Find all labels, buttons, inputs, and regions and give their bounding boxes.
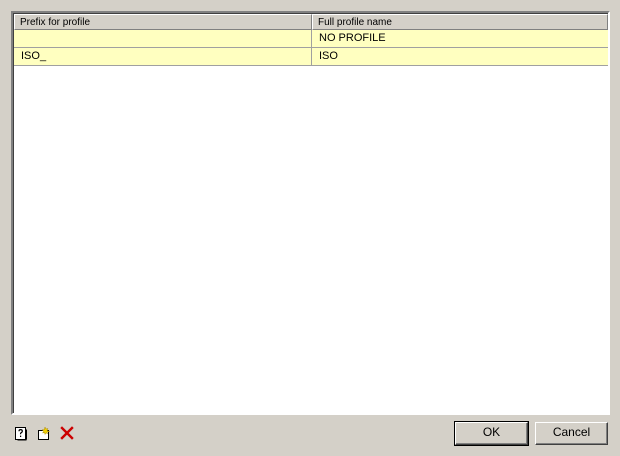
prefix-cell[interactable]: ISO_: [14, 48, 312, 65]
help-icon: [15, 426, 27, 440]
table-header: Prefix for profile Full profile name: [14, 14, 608, 30]
help-button[interactable]: [12, 424, 30, 442]
add-profile-button[interactable]: [35, 424, 53, 442]
table-row[interactable]: NO PROFILE: [14, 30, 608, 48]
full-name-cell[interactable]: NO PROFILE: [312, 30, 608, 47]
ok-button[interactable]: OK: [454, 421, 529, 446]
column-header-full-name[interactable]: Full profile name: [312, 14, 608, 30]
delete-profile-button[interactable]: [58, 424, 76, 442]
delete-icon: [60, 426, 74, 440]
table-row[interactable]: ISO_ ISO: [14, 48, 608, 66]
column-header-prefix[interactable]: Prefix for profile: [14, 14, 312, 30]
full-name-cell[interactable]: ISO: [312, 48, 608, 65]
cancel-button[interactable]: Cancel: [535, 422, 608, 445]
new-item-icon: [38, 425, 51, 440]
profile-table: Prefix for profile Full profile name NO …: [11, 11, 610, 415]
prefix-cell[interactable]: [14, 30, 312, 47]
